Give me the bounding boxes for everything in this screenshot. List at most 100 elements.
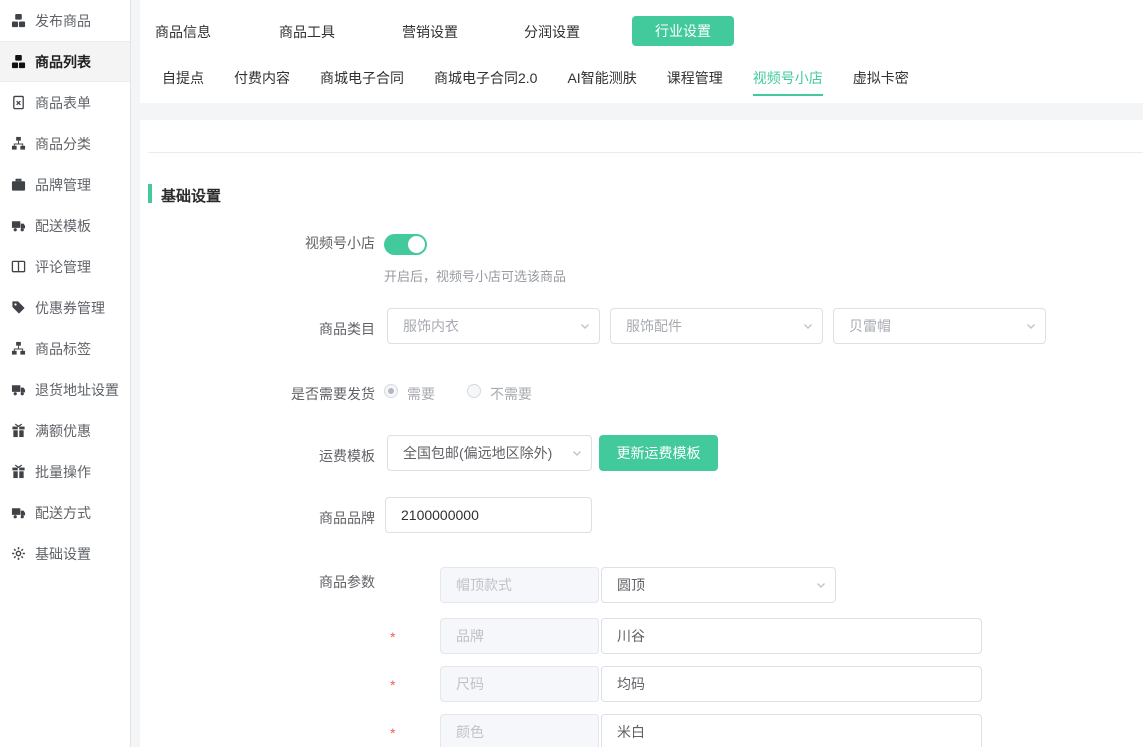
sidebar-item-label: 商品标签 [35,339,91,359]
radio-need-ship-yes[interactable] [384,384,398,398]
sidebar-item-basic-settings[interactable]: 基础设置 [0,533,130,574]
sitemap-icon [11,341,26,356]
sidebar-item-label: 配送方式 [35,503,91,523]
param-name-input-hat-style[interactable] [440,567,599,603]
subtab-mall-econtract-2[interactable]: 商城电子合同2.0 [434,66,537,96]
sidebar-item-label: 批量操作 [35,462,91,482]
tab-product-info[interactable]: 商品信息 [155,24,211,40]
chevron-down-icon [579,320,591,332]
subtab-course-management[interactable]: 课程管理 [667,66,723,96]
category-select-level2[interactable]: 服饰配件 [610,308,823,344]
param-value-input-color[interactable] [601,714,982,747]
sidebar-item-label: 商品分类 [35,134,91,154]
subtab-paid-content[interactable]: 付费内容 [234,66,290,96]
tab-marketing-settings[interactable]: 营销设置 [402,24,458,40]
sidebar-item-brand-management[interactable]: 品牌管理 [0,164,130,205]
sidebar-item-label: 商品列表 [35,52,91,72]
freight-template-value: 全国包邮(偏远地区除外) [403,443,552,463]
section-title: 基础设置 [161,185,221,206]
category-select-level3-value: 贝雷帽 [849,316,891,336]
sidebar: 发布商品 商品列表 商品表单 商品分类 品牌管理 配送模板 评论管理 优惠券管理… [0,0,131,747]
cubes-icon [11,54,26,69]
tab-product-tools[interactable]: 商品工具 [279,24,335,40]
required-asterisk: * [390,677,400,693]
subtab-video-shop[interactable]: 视频号小店 [753,66,823,96]
sidebar-item-batch-operation[interactable]: 批量操作 [0,451,130,492]
product-brand-input[interactable] [385,497,592,533]
param-value-select-text: 圆顶 [617,575,645,595]
param-value-input-brand[interactable] [601,618,982,654]
briefcase-icon [11,177,26,192]
sidebar-item-return-address[interactable]: 退货地址设置 [0,369,130,410]
required-asterisk: * [390,629,400,645]
chevron-down-icon [802,320,814,332]
category-label: 商品类目 [140,319,375,339]
sidebar-item-product-list[interactable]: 商品列表 [0,41,130,82]
category-select-level1[interactable]: 服饰内衣 [387,308,600,344]
param-name-input-color[interactable] [440,714,599,747]
param-value-select-hat-style[interactable]: 圆顶 [601,567,836,603]
sidebar-item-comment-management[interactable]: 评论管理 [0,246,130,287]
category-select-level1-value: 服饰内衣 [403,316,459,336]
required-asterisk: * [390,725,400,741]
category-select-level2-value: 服饰配件 [626,316,682,336]
sidebar-item-delivery-method[interactable]: 配送方式 [0,492,130,533]
sidebar-item-publish-product[interactable]: 发布商品 [0,0,130,41]
cubes-icon [11,13,26,28]
sidebar-item-delivery-template[interactable]: 配送模板 [0,205,130,246]
param-name-input-brand[interactable] [440,618,599,654]
settings-panel: 基础设置 视频号小店 开启后，视频号小店可选该商品 商品类目 服饰内衣 服饰配件… [140,120,1143,747]
video-shop-help-text: 开启后，视频号小店可选该商品 [384,266,566,285]
tab-industry-settings[interactable]: 行业设置 [632,16,734,46]
truck-icon [11,382,26,397]
update-freight-template-button[interactable]: 更新运费模板 [599,435,718,471]
truck-icon [11,218,26,233]
gift-icon [11,423,26,438]
sidebar-item-label: 发布商品 [35,11,91,31]
subtab-ai-skin-test[interactable]: AI智能测肤 [567,66,636,96]
chevron-down-icon [815,579,827,591]
video-shop-toggle[interactable] [384,234,427,255]
video-shop-label: 视频号小店 [140,233,375,253]
tab-profit-settings[interactable]: 分润设置 [524,24,580,40]
sidebar-item-product-tags[interactable]: 商品标签 [0,328,130,369]
sidebar-item-label: 优惠券管理 [35,298,105,318]
sidebar-item-label: 配送模板 [35,216,91,236]
sidebar-item-label: 基础设置 [35,544,91,564]
sidebar-item-label: 商品表单 [35,93,91,113]
sitemap-icon [11,136,26,151]
columns-icon [11,259,26,274]
radio-need-ship-no-label[interactable]: 不需要 [490,384,532,404]
gift-icon [11,464,26,479]
subtab-virtual-card[interactable]: 虚拟卡密 [853,66,909,96]
sidebar-item-label: 满额优惠 [35,421,91,441]
sidebar-item-label: 评论管理 [35,257,91,277]
subtab-pickup-point[interactable]: 自提点 [162,66,204,96]
need-ship-label: 是否需要发货 [140,384,375,404]
subtabs-row: 自提点 付费内容 商城电子合同 商城电子合同2.0 AI智能测肤 课程管理 视频… [162,66,909,96]
truck-icon [11,505,26,520]
file-x-icon [11,95,26,110]
tag-icon [11,300,26,315]
param-name-input-size[interactable] [440,666,599,702]
sidebar-item-label: 退货地址设置 [35,380,119,400]
section-accent-bar [148,184,152,203]
radio-need-ship-yes-label[interactable]: 需要 [407,384,435,404]
toggle-knob [408,236,425,253]
chevron-down-icon [571,447,583,459]
divider [148,152,1143,153]
chevron-down-icon [1025,320,1037,332]
category-select-level3[interactable]: 贝雷帽 [833,308,1046,344]
sidebar-item-label: 品牌管理 [35,175,91,195]
radio-need-ship-no[interactable] [467,384,481,398]
subtab-mall-econtract[interactable]: 商城电子合同 [320,66,404,96]
param-value-input-size[interactable] [601,666,982,702]
freight-template-select[interactable]: 全国包邮(偏远地区除外) [387,435,592,471]
sidebar-item-coupon-management[interactable]: 优惠券管理 [0,287,130,328]
product-brand-label: 商品品牌 [140,508,375,528]
product-params-label: 商品参数 [140,572,375,592]
sidebar-item-product-form[interactable]: 商品表单 [0,82,130,123]
sidebar-item-product-category[interactable]: 商品分类 [0,123,130,164]
gear-icon [11,546,26,561]
sidebar-item-full-discount[interactable]: 满额优惠 [0,410,130,451]
